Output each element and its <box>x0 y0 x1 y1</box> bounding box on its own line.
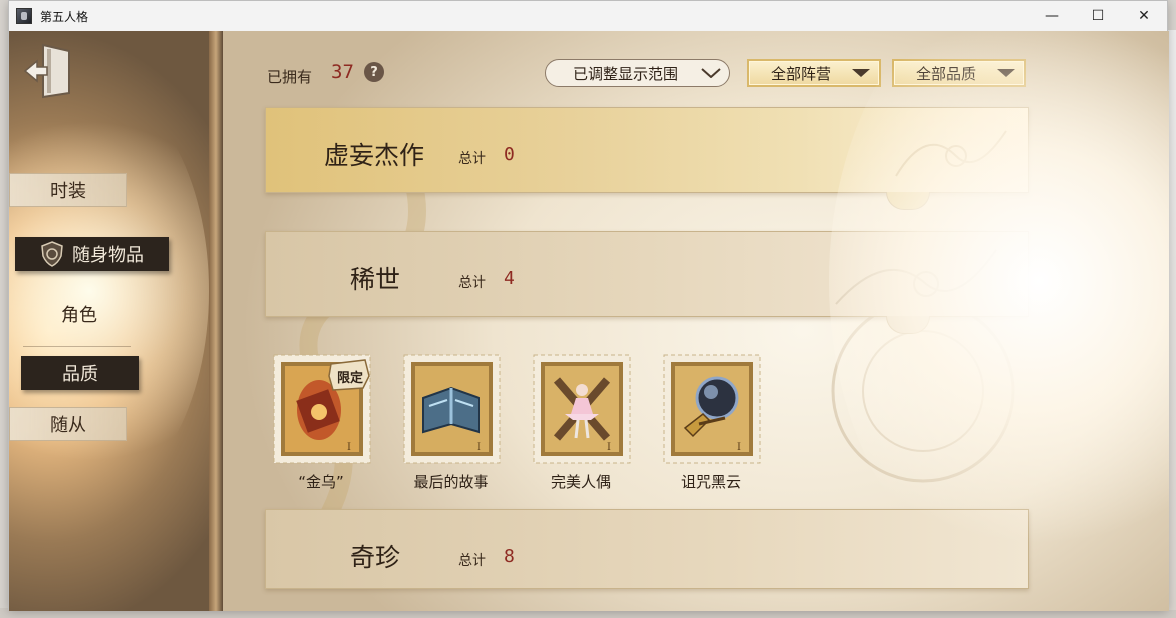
limited-badge-label: 限定 <box>336 371 363 386</box>
sidebar-item-label: 随身物品 <box>72 245 144 266</box>
item-label: 完美人偶 <box>550 473 611 491</box>
chevron-down-icon <box>701 68 721 78</box>
sidebar-item-fashion[interactable]: 时装 <box>9 173 127 207</box>
desktop-background-edge <box>1168 30 1176 610</box>
item-card[interactable]: I 限定 “金乌” <box>267 354 375 494</box>
app-window: 第五人格 — ☐ ✕ 时装 随身物品 角色 品质 随从 已拥有 37 ? 已调整… <box>8 0 1169 611</box>
floral-ornament <box>895 130 1007 177</box>
sidebar-item-label: 随从 <box>50 415 86 436</box>
section-title: 虚妄杰作 <box>324 141 425 170</box>
item-label: “金乌” <box>298 473 344 491</box>
sidebar-item-label: 角色 <box>61 305 97 326</box>
sidebar-edge <box>209 31 223 611</box>
storybook-icon: I <box>403 354 501 464</box>
floral-ornament <box>835 249 997 305</box>
sidebar-item-character[interactable]: 角色 <box>9 299 149 329</box>
help-icon[interactable]: ? <box>364 62 384 82</box>
total-label: 总计 <box>458 275 486 291</box>
svg-text:I: I <box>347 442 351 453</box>
title-bar: 第五人格 — ☐ ✕ <box>9 1 1167 31</box>
maximize-button[interactable]: ☐ <box>1075 1 1121 31</box>
game-viewport: 时装 随身物品 角色 品质 随从 已拥有 37 ? 已调整显示范围 全部阵营 全… <box>9 31 1169 611</box>
faction-dropdown[interactable]: 全部阵营 <box>747 59 881 87</box>
app-icon <box>16 8 32 24</box>
quality-dropdown[interactable]: 全部品质 <box>892 59 1026 87</box>
section-title: 奇珍 <box>350 543 401 572</box>
sidebar-divider <box>23 346 131 347</box>
sidebar-item-label: 品质 <box>62 364 98 385</box>
owned-label: 已拥有 <box>267 68 313 86</box>
shield-icon <box>41 241 63 267</box>
close-button[interactable]: ✕ <box>1121 1 1167 31</box>
item-card[interactable]: I 完美人偶 <box>527 354 635 494</box>
section-banner-exotic[interactable]: 奇珍 总计 8 <box>265 509 1029 589</box>
dropdown-label: 全部阵营 <box>770 64 831 83</box>
total-value: 0 <box>504 144 515 165</box>
minimize-button[interactable]: — <box>1029 1 1075 31</box>
dark-orb-icon: I <box>663 354 761 464</box>
svg-text:I: I <box>737 442 741 453</box>
section-banner-rare[interactable]: 稀世 总计 4 <box>265 231 1029 334</box>
item-label: 最后的故事 <box>413 473 489 491</box>
svg-text:I: I <box>477 442 481 453</box>
item-label: 诅咒黑云 <box>680 473 741 491</box>
sidebar-item-accessories[interactable]: 随身物品 <box>15 237 169 271</box>
exit-door-icon[interactable] <box>23 41 73 99</box>
chevron-down-icon <box>997 69 1015 77</box>
section-title: 稀世 <box>350 265 401 294</box>
total-label: 总计 <box>458 553 486 569</box>
svg-text:I: I <box>607 442 611 453</box>
dropdown-label: 全部品质 <box>915 64 976 83</box>
owned-count: 37 <box>331 61 354 83</box>
sidebar-item-label: 时装 <box>50 181 86 202</box>
dropdown-label: 已调整显示范围 <box>572 64 678 83</box>
total-label: 总计 <box>458 151 486 167</box>
sidebar-item-quality[interactable]: 品质 <box>21 356 139 390</box>
display-range-dropdown[interactable]: 已调整显示范围 <box>545 59 730 87</box>
chevron-down-icon <box>852 69 870 77</box>
total-value: 4 <box>504 268 515 289</box>
item-card[interactable]: I 诅咒黑云 <box>657 354 765 494</box>
total-value: 8 <box>504 546 515 567</box>
section-banner-masterpiece[interactable]: 虚妄杰作 总计 0 <box>265 107 1029 210</box>
window-title: 第五人格 <box>40 9 89 24</box>
item-card[interactable]: I 最后的故事 <box>397 354 505 494</box>
ballerina-doll-icon: I <box>533 354 631 464</box>
sidebar-item-followers[interactable]: 随从 <box>9 407 127 441</box>
window-controls: — ☐ ✕ <box>1029 1 1167 31</box>
